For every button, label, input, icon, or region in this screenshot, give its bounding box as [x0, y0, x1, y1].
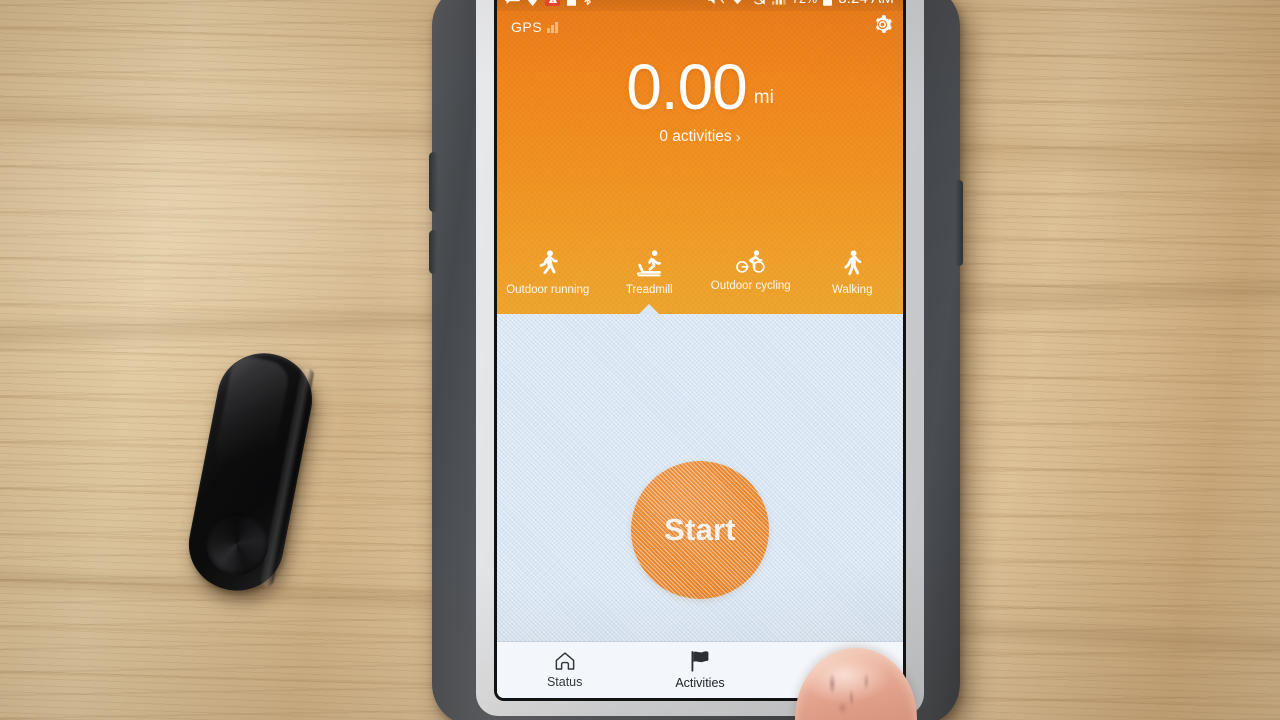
hero-panel: 72% 8:24 AM GPS — [497, 0, 903, 315]
gps-label: GPS — [511, 19, 543, 35]
phone-power-button — [429, 230, 438, 274]
sync-disabled-icon — [754, 0, 765, 5]
activity-outdoor-running[interactable]: Outdoor running — [497, 250, 599, 296]
distance-value: 0.00 — [626, 51, 748, 123]
tab-status[interactable]: Status — [497, 642, 632, 698]
desk-scene: 72% 8:24 AM GPS — [0, 0, 1280, 720]
selected-activity-indicator — [638, 304, 661, 315]
activity-treadmill[interactable]: Treadmill — [599, 250, 701, 296]
activity-label: Outdoor running — [506, 284, 590, 296]
message-icon — [505, 0, 520, 5]
app-alert-badge-icon — [545, 0, 560, 6]
phone-screen: 72% 8:24 AM GPS — [497, 0, 903, 698]
chevron-right-icon: › — [735, 128, 741, 146]
flag-icon — [691, 650, 709, 672]
gear-icon[interactable] — [873, 15, 892, 39]
distance-line: 0.00 mi — [497, 51, 903, 123]
start-button-label: Start — [664, 512, 736, 547]
phone-device: 72% 8:24 AM GPS — [429, 0, 963, 720]
status-bar-clock: 8:24 AM — [838, 0, 894, 7]
cell-signal-icon — [771, 0, 786, 5]
activity-walking[interactable]: Walking — [802, 250, 904, 296]
volume-muted-icon — [708, 0, 724, 5]
contact-icon — [567, 0, 576, 6]
distance-display: 0.00 mi 0 activities › — [497, 51, 903, 146]
tracker-gloss — [209, 353, 292, 488]
phone-volume-button — [429, 152, 438, 212]
tab-label: Status — [546, 675, 583, 689]
activity-label: Treadmill — [625, 284, 673, 296]
tab-activities[interactable]: Activities — [632, 642, 767, 698]
activity-outdoor-cycling[interactable]: Outdoor cycling — [700, 250, 802, 296]
gps-settings-row: GPS — [497, 11, 903, 43]
activities-count-label: 0 activities — [659, 128, 732, 146]
bluetooth-icon — [584, 0, 591, 6]
phone-case-notch — [955, 180, 963, 266]
fitness-tracker-band — [180, 345, 321, 599]
gps-signal-icon — [547, 21, 558, 33]
treadmill-icon — [636, 250, 661, 277]
status-bar-left-icons — [505, 0, 592, 6]
activities-count-link[interactable]: 0 activities › — [659, 128, 740, 146]
start-button[interactable]: Start — [631, 461, 769, 599]
activity-label: Outdoor cycling — [710, 280, 791, 292]
location-pin-icon — [527, 0, 538, 6]
walking-icon — [844, 250, 862, 276]
distance-unit: mi — [753, 87, 774, 109]
status-bar-right-icons: 72% 8:24 AM — [708, 0, 894, 7]
battery-percent-label: 72% — [792, 0, 817, 6]
main-content: Start — [497, 314, 903, 641]
running-icon — [539, 250, 559, 274]
activity-label: Walking — [832, 284, 873, 296]
tab-label: Activities — [675, 675, 725, 690]
battery-icon — [823, 0, 833, 6]
finger-skin-marks — [813, 664, 887, 720]
cycling-icon — [736, 250, 765, 273]
home-icon — [555, 652, 575, 670]
activity-type-selector: Outdoor running Treadmill Outdoor cyclin… — [497, 250, 903, 296]
android-status-bar: 72% 8:24 AM — [497, 0, 903, 11]
wifi-icon — [734, 0, 741, 4]
